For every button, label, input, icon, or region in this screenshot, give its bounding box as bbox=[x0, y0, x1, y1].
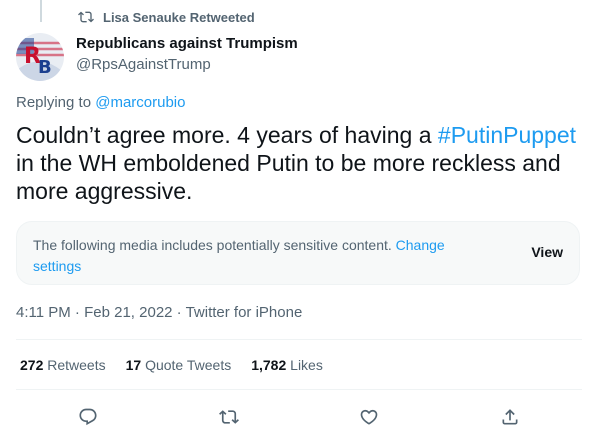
likes-stat[interactable]: 1,782 Likes bbox=[251, 357, 323, 373]
likes-label: Likes bbox=[290, 357, 323, 373]
meta-separator: · bbox=[70, 304, 85, 321]
tweet-text-part: Couldn’t agree more. 4 years of having a bbox=[16, 122, 438, 148]
thread-line bbox=[40, 0, 42, 22]
tweet-source: Twitter for iPhone bbox=[185, 304, 303, 321]
divider bbox=[16, 339, 582, 340]
reply-icon bbox=[79, 408, 97, 426]
share-button[interactable] bbox=[493, 400, 527, 434]
divider bbox=[16, 389, 582, 390]
quote-tweets-label: Quote Tweets bbox=[145, 357, 232, 373]
svg-text:B: B bbox=[38, 57, 52, 78]
action-bar bbox=[0, 400, 598, 430]
retweet-context[interactable]: Lisa Senauke Retweeted bbox=[78, 9, 255, 25]
avatar[interactable]: R B bbox=[16, 33, 64, 81]
author-handle[interactable]: @RpsAgainstTrump bbox=[76, 55, 298, 75]
hashtag-link[interactable]: #PutinPuppet bbox=[438, 122, 576, 148]
reply-button[interactable] bbox=[71, 400, 105, 434]
sensitive-message: The following media includes potentially… bbox=[33, 235, 483, 277]
retweet-button[interactable] bbox=[212, 400, 246, 434]
like-button[interactable] bbox=[352, 400, 386, 434]
tweet-meta: 4:11 PM · Feb 21, 2022 · Twitter for iPh… bbox=[16, 304, 302, 321]
author-block[interactable]: Republicans against Trumpism @RpsAgainst… bbox=[76, 34, 298, 75]
tweet-date[interactable]: Feb 21, 2022 bbox=[84, 304, 172, 321]
retweets-count: 272 bbox=[20, 357, 44, 373]
avatar-image: R B bbox=[16, 33, 64, 81]
replying-to-prefix: Replying to bbox=[16, 94, 96, 111]
quote-tweets-count: 17 bbox=[125, 357, 142, 373]
sensitive-message-text: The following media includes potentially… bbox=[33, 237, 396, 253]
retweets-stat[interactable]: 272 Retweets bbox=[20, 357, 106, 373]
quote-tweets-stat[interactable]: 17 Quote Tweets bbox=[126, 357, 232, 373]
tweet-time[interactable]: 4:11 PM bbox=[16, 304, 71, 321]
like-icon bbox=[360, 409, 378, 425]
meta-separator: · bbox=[172, 304, 186, 321]
retweet-context-label: Lisa Senauke Retweeted bbox=[103, 9, 255, 25]
share-icon bbox=[502, 409, 518, 425]
tweet-text-part: in the WH emboldened Putin to be more re… bbox=[16, 150, 561, 204]
retweet-icon bbox=[78, 11, 94, 23]
likes-count: 1,782 bbox=[251, 357, 287, 373]
tweet-text: Couldn’t agree more. 4 years of having a… bbox=[16, 121, 586, 205]
sensitive-media-warning: The following media includes potentially… bbox=[16, 221, 580, 285]
retweet-icon bbox=[219, 410, 239, 424]
replying-to-handle-link[interactable]: @marcorubio bbox=[95, 94, 185, 111]
replying-to: Replying to @marcorubio bbox=[16, 94, 185, 111]
tweet-stats: 272 Retweets 17 Quote Tweets 1,782 Likes bbox=[20, 357, 343, 373]
author-display-name[interactable]: Republicans against Trumpism bbox=[76, 34, 298, 54]
view-button[interactable]: View bbox=[531, 244, 563, 260]
retweets-label: Retweets bbox=[47, 357, 106, 373]
